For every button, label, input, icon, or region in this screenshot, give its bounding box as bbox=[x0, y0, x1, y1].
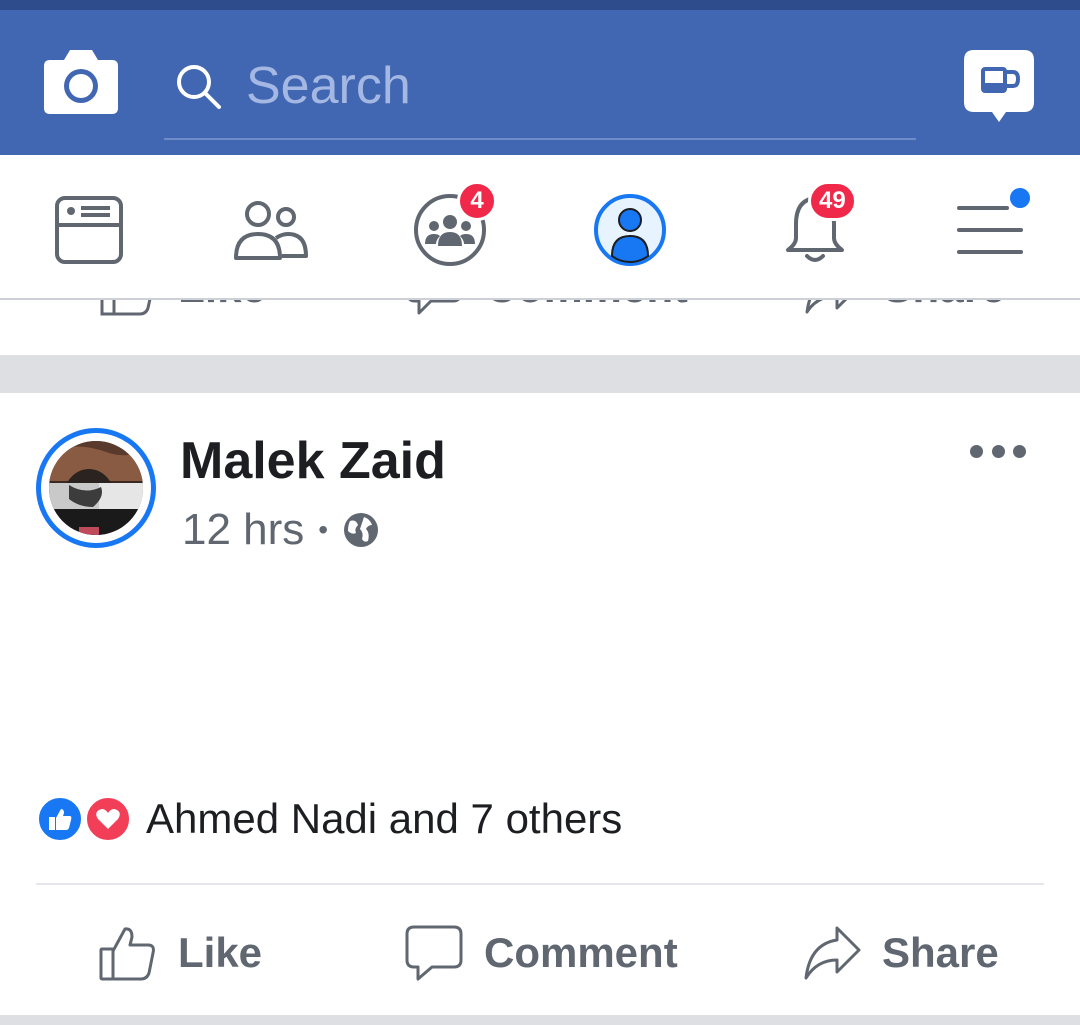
comment-button[interactable]: Comment bbox=[404, 923, 678, 983]
tab-groups[interactable]: 4 bbox=[405, 181, 497, 275]
tab-notifications[interactable]: 49 bbox=[770, 181, 860, 275]
news-feed-icon bbox=[55, 196, 123, 264]
more-options-icon bbox=[970, 444, 983, 458]
previous-comment-button[interactable]: Comment bbox=[405, 300, 688, 316]
feed-separator-bottom bbox=[0, 1015, 1080, 1025]
previous-like-button[interactable]: Like bbox=[100, 300, 266, 316]
more-options-button[interactable] bbox=[970, 433, 1026, 469]
search-bar[interactable] bbox=[164, 50, 916, 140]
previous-comment-label: Comment bbox=[485, 300, 688, 313]
like-reaction-icon bbox=[36, 795, 84, 843]
comment-label: Comment bbox=[484, 929, 678, 976]
tab-profile[interactable] bbox=[585, 185, 675, 275]
groups-badge: 4 bbox=[457, 181, 497, 221]
reactions-text: Ahmed Nadi and 7 others bbox=[146, 795, 623, 842]
meta-separator: • bbox=[318, 514, 329, 545]
tab-menu[interactable] bbox=[945, 185, 1035, 275]
comment-icon bbox=[405, 925, 463, 981]
like-icon bbox=[99, 927, 155, 981]
camera-button[interactable] bbox=[44, 48, 118, 114]
post-divider bbox=[36, 883, 1044, 885]
more-options-dot bbox=[1013, 444, 1026, 458]
share-icon bbox=[804, 926, 861, 980]
messenger-icon bbox=[964, 50, 1034, 122]
top-bar bbox=[0, 10, 1080, 155]
friends-icon bbox=[234, 201, 308, 260]
like-label: Like bbox=[178, 929, 263, 976]
more-options-dot bbox=[991, 444, 1005, 458]
globe-icon bbox=[344, 513, 379, 547]
share-button[interactable]: Share bbox=[802, 923, 999, 983]
previous-share-button[interactable]: Share bbox=[803, 300, 1005, 316]
like-button[interactable]: Like bbox=[98, 923, 262, 983]
share-label: Share bbox=[882, 929, 999, 976]
camera-icon bbox=[44, 50, 118, 114]
reaction-icons bbox=[36, 793, 136, 845]
author-avatar[interactable] bbox=[36, 428, 156, 548]
menu-notification-dot bbox=[1007, 185, 1033, 211]
previous-post-actions: Like Comment Share bbox=[0, 300, 1080, 355]
messenger-button[interactable] bbox=[964, 50, 1034, 130]
avatar-photo bbox=[49, 441, 143, 535]
tab-friends[interactable] bbox=[225, 185, 315, 275]
previous-share-label: Share bbox=[883, 300, 1005, 313]
love-reaction-icon bbox=[84, 795, 132, 843]
previous-like-label: Like bbox=[178, 300, 266, 313]
comment-icon bbox=[408, 300, 460, 315]
status-bar-edge bbox=[0, 0, 1080, 10]
reactions-summary[interactable]: Ahmed Nadi and 7 others bbox=[36, 793, 622, 845]
search-input[interactable] bbox=[246, 54, 886, 118]
notifications-badge: 49 bbox=[808, 181, 857, 221]
author-name[interactable]: Malek Zaid bbox=[180, 431, 446, 491]
tab-news-feed[interactable] bbox=[44, 185, 134, 275]
search-icon bbox=[177, 65, 221, 109]
post-card: Malek Zaid 12 hrs • Ahmed Nadi and 7 oth… bbox=[0, 393, 1080, 1015]
profile-icon bbox=[594, 194, 666, 266]
post-time[interactable]: 12 hrs bbox=[182, 505, 304, 555]
share-icon bbox=[805, 300, 848, 314]
feed-separator bbox=[0, 355, 1080, 393]
like-icon bbox=[100, 300, 152, 316]
post-meta: 12 hrs • bbox=[182, 505, 380, 555]
tab-bar: 4 49 bbox=[0, 155, 1080, 300]
